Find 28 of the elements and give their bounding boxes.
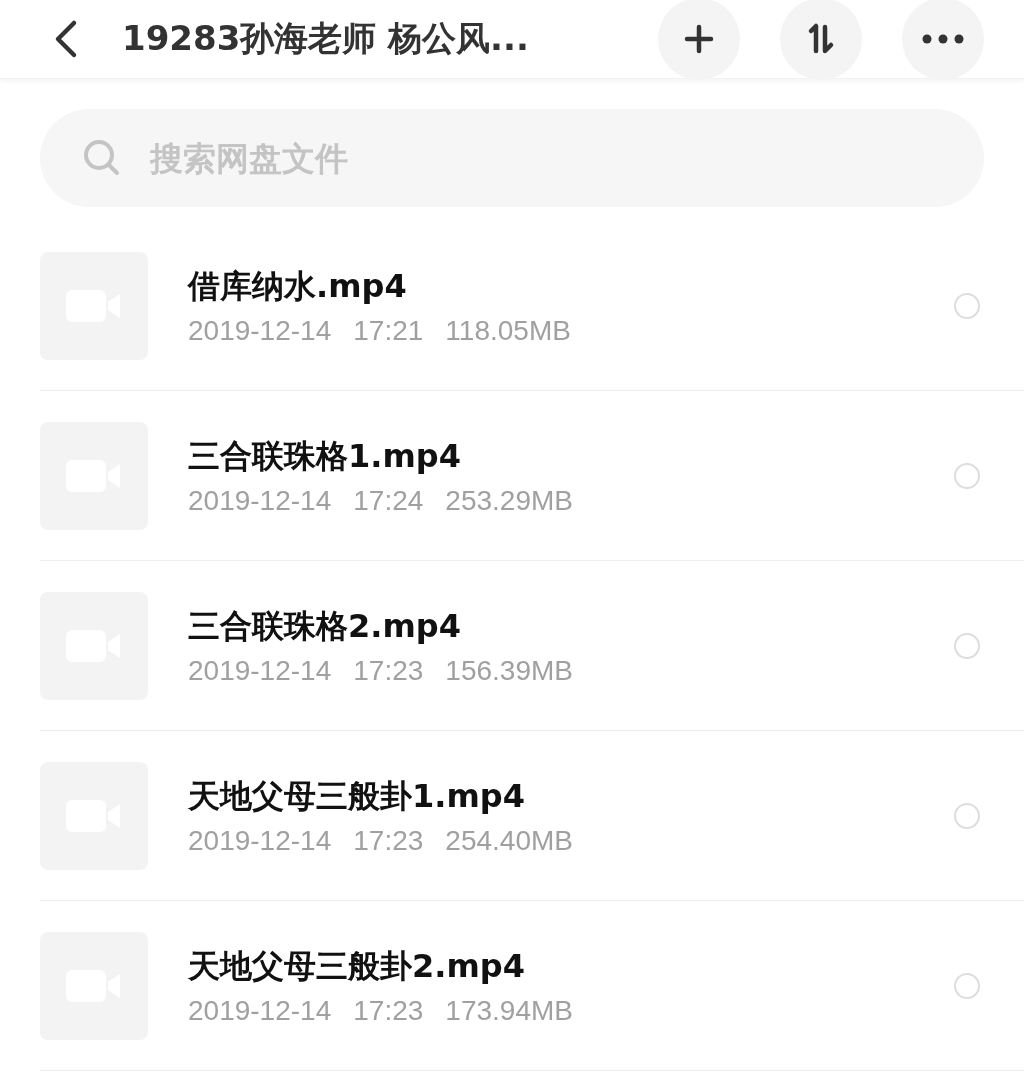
file-size: 254.40MB [445,824,573,857]
select-radio[interactable] [954,292,980,319]
select-radio[interactable] [954,802,980,829]
file-size: 156.39MB [445,654,573,687]
file-time: 17:21 [353,314,424,347]
more-icon [921,34,965,44]
file-time: 17:23 [353,994,424,1027]
select-radio[interactable] [954,972,980,999]
file-size: 118.05MB [445,314,571,347]
file-name: 天地父母三般卦1.mp4 [188,775,526,817]
file-name: 三合联珠格2.mp4 [188,605,462,647]
file-time: 17:24 [353,484,424,517]
plus-icon [684,24,714,54]
file-date: 2019-12-14 [188,824,332,857]
file-name: 天地父母三般卦2.mp4 [188,945,526,987]
file-date: 2019-12-14 [188,654,332,687]
select-radio[interactable] [954,462,980,489]
folder-title: 19283孙海老师 杨公风... [122,17,530,60]
file-name: 三合联珠格1.mp4 [188,435,462,477]
select-radio[interactable] [954,632,980,659]
file-size: 173.94MB [445,994,573,1027]
file-size: 253.29MB [445,484,573,517]
file-date: 2019-12-14 [188,484,332,517]
file-name: 借库纳水.mp4 [188,265,408,307]
file-date: 2019-12-14 [188,314,332,347]
file-time: 17:23 [353,654,424,687]
file-date: 2019-12-14 [188,994,332,1027]
file-time: 17:23 [353,824,424,857]
